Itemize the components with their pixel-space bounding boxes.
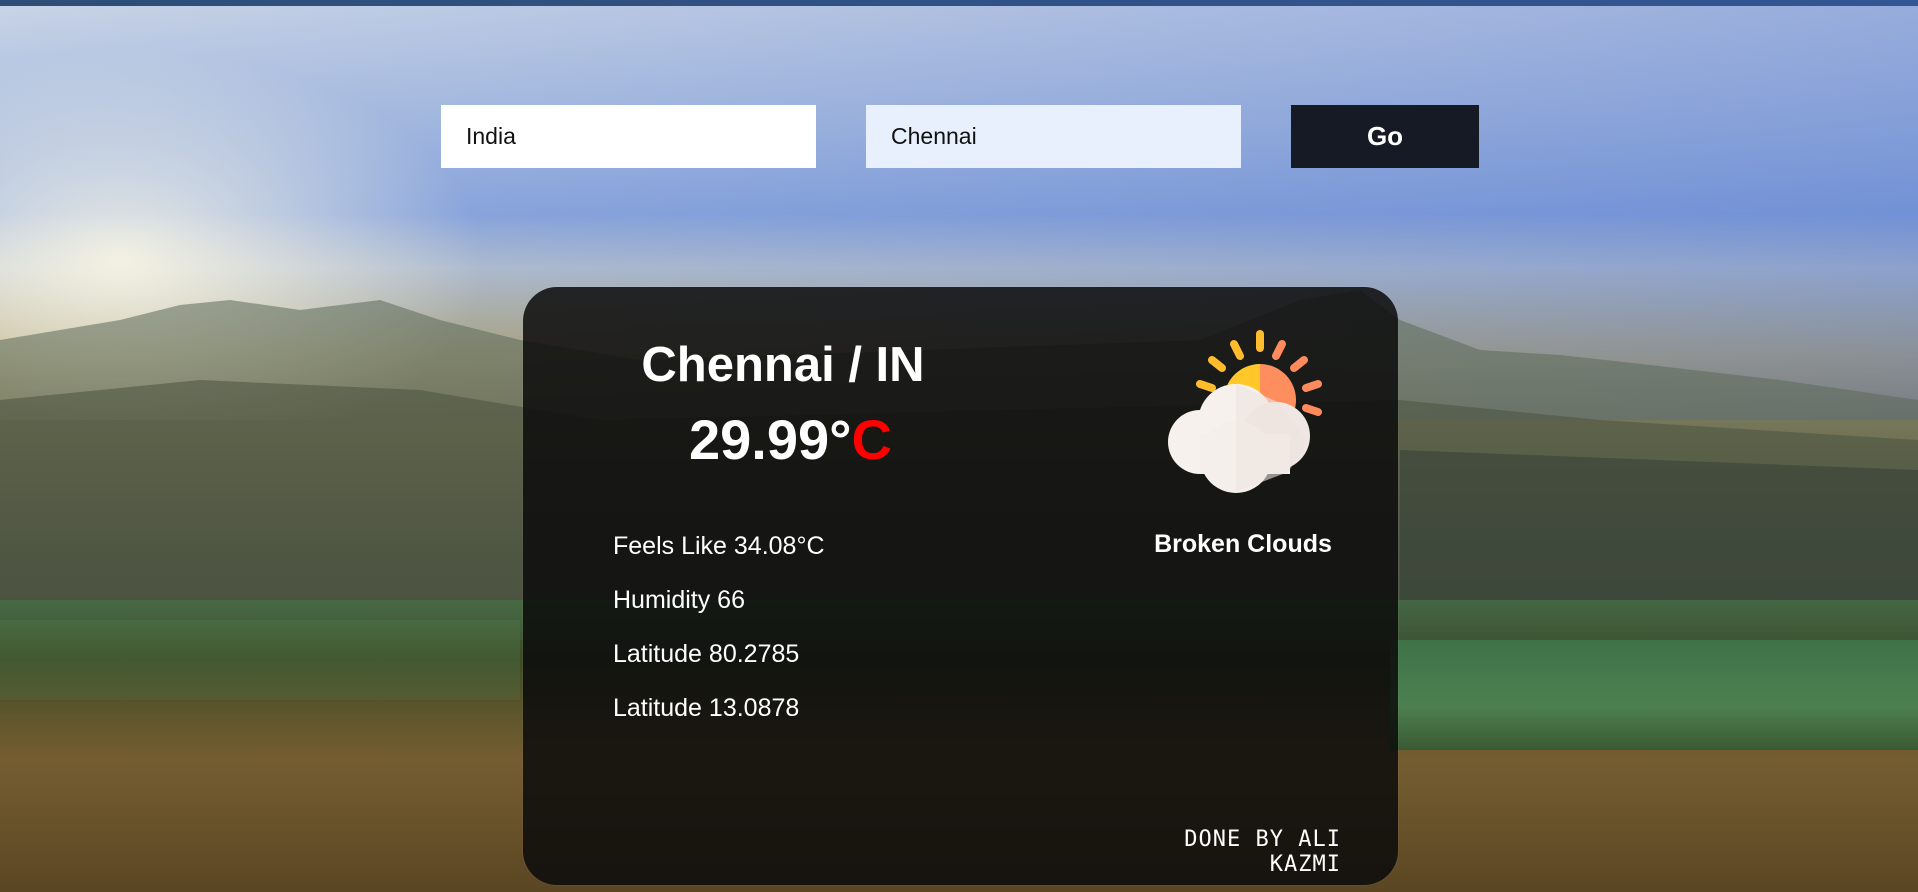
weather-details: Feels Like 34.08°C Humidity 66 Latitude … — [613, 530, 825, 746]
humidity: Humidity 66 — [613, 586, 745, 614]
go-button[interactable]: Go — [1291, 105, 1479, 168]
weather-app-page: Go Chennai / IN 29.99°C Feels Like 34.08… — [0, 0, 1918, 892]
location-title: Chennai / IN — [641, 338, 925, 392]
search-bar: Go — [441, 105, 1479, 168]
sun-behind-cloud-icon — [1168, 330, 1322, 493]
feels-like: Feels Like 34.08°C — [613, 532, 825, 560]
temperature-unit: C — [851, 408, 892, 471]
author-credit: DONE BY ALI KAZMI — [1184, 827, 1341, 877]
temperature: 29.99°C — [689, 407, 892, 472]
country-input[interactable] — [441, 105, 816, 168]
coordinate-1: Latitude 80.2785 — [613, 640, 800, 668]
city-input[interactable] — [866, 105, 1241, 168]
temperature-value: 29.99° — [689, 408, 852, 471]
coordinate-2: Latitude 13.0878 — [613, 694, 800, 722]
background-field-right — [1390, 640, 1918, 750]
weather-condition: Broken Clouds — [1154, 530, 1332, 558]
weather-card: Chennai / IN 29.99°C Feels Like 34.08°C … — [523, 287, 1398, 885]
